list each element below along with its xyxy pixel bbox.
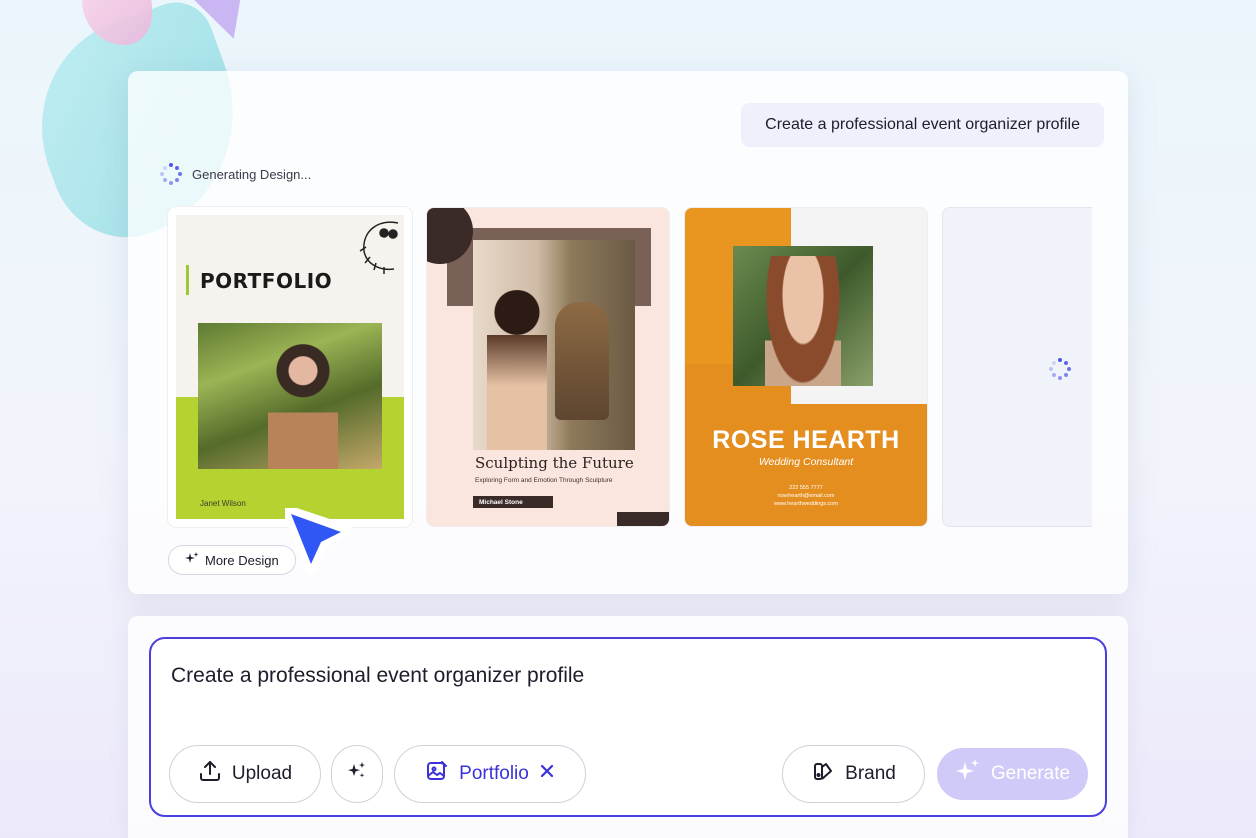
generate-label: Generate <box>990 763 1071 784</box>
upload-label: Upload <box>231 763 293 784</box>
user-prompt-bubble: Create a professional event organizer pr… <box>741 103 1104 147</box>
status-text: Generating Design... <box>192 166 312 182</box>
corner-block <box>617 512 669 526</box>
image-edit-icon <box>425 759 449 789</box>
contact-website: www.hearthweddings.com <box>774 501 838 507</box>
prompt-text: Create a professional event organizer pr… <box>765 116 1080 133</box>
design-card-sculpting[interactable]: Sculpting the Future Exploring Form and … <box>426 207 670 527</box>
more-design-button[interactable]: More Design <box>168 545 296 575</box>
portrait-photo <box>733 246 873 386</box>
sparkle-icon <box>347 761 367 787</box>
design-cards: PORTFOLIO Janet Wilson Sculpting the Fut… <box>168 207 1092 527</box>
design-results-panel: Create a professional event organizer pr… <box>128 71 1128 594</box>
brand-label: Brand <box>845 763 896 784</box>
upload-icon <box>198 759 222 789</box>
generate-button[interactable]: Generate <box>937 748 1088 800</box>
prompt-composer: Create a professional event organizer pr… <box>128 616 1128 838</box>
contact-email: rosehearth@email.com <box>777 493 835 499</box>
card-contact: 222 555 7777 rosehearth@email.com www.he… <box>685 484 927 508</box>
card-title: PORTFOLIO <box>200 269 333 293</box>
loading-spinner-icon <box>160 163 182 185</box>
brand-kit-icon <box>811 759 835 789</box>
loading-spinner-icon <box>1049 358 1071 380</box>
card-title: Sculpting the Future <box>475 454 634 472</box>
card-role: Wedding Consultant <box>758 456 854 468</box>
card-subtitle: Exploring Form and Emotion Through Sculp… <box>475 477 613 484</box>
doodle-icon <box>358 217 402 285</box>
magic-enhance-button[interactable] <box>331 745 383 803</box>
brand-button[interactable]: Brand <box>782 745 925 803</box>
sparkle-icon <box>955 758 981 790</box>
design-card-portfolio[interactable]: PORTFOLIO Janet Wilson <box>168 207 412 527</box>
portfolio-label: Portfolio <box>459 763 529 784</box>
close-icon[interactable] <box>539 763 555 785</box>
generating-status: Generating Design... <box>160 163 311 185</box>
contact-phone: 222 555 7777 <box>789 485 823 491</box>
upload-button[interactable]: Upload <box>169 745 321 803</box>
portrait-photo <box>198 323 382 469</box>
card-title: ROSE HEARTH <box>712 426 900 454</box>
person-figure <box>268 343 338 469</box>
author-tag: Michael Stone <box>473 496 553 508</box>
sparkle-icon <box>185 551 199 569</box>
design-card-loading <box>942 207 1092 527</box>
accent-bar <box>186 265 189 295</box>
design-card-rose-hearth[interactable]: ROSE HEARTH Wedding Consultant 222 555 7… <box>684 207 928 527</box>
portfolio-tag-chip[interactable]: Portfolio <box>394 745 586 803</box>
prompt-input-text[interactable]: Create a professional event organizer pr… <box>171 664 584 688</box>
prompt-input-box[interactable]: Create a professional event organizer pr… <box>149 637 1107 817</box>
more-design-label: More Design <box>205 552 279 568</box>
sculpture-photo <box>473 240 635 450</box>
card-name: Janet Wilson <box>200 499 246 508</box>
